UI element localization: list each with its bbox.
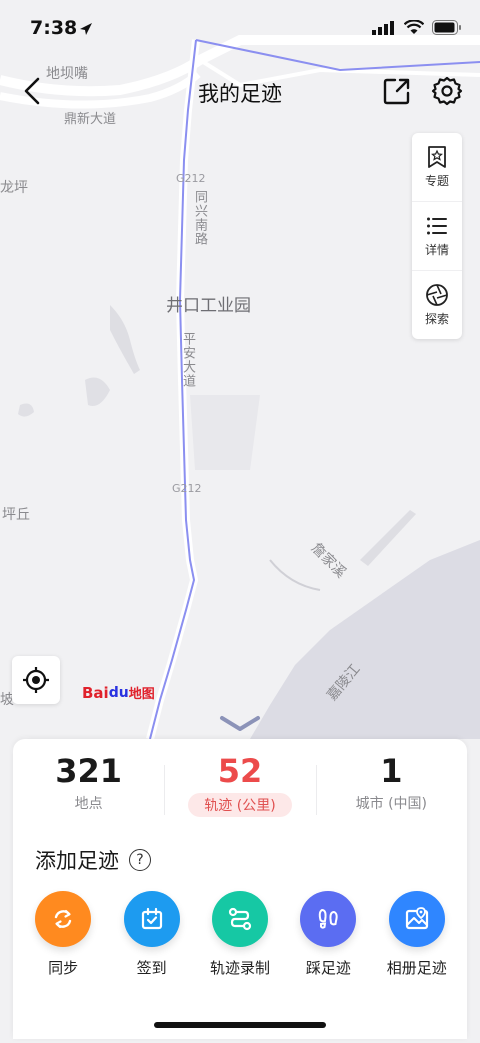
- help-icon[interactable]: ?: [129, 849, 151, 871]
- stat-label: 地点: [74, 796, 103, 812]
- logo-text: du: [108, 684, 129, 701]
- album-footprints-button[interactable]: [388, 891, 445, 947]
- side-item-details[interactable]: 详情: [412, 201, 462, 270]
- stat-label: 城市 (中国): [355, 796, 427, 812]
- home-indicator[interactable]: [154, 1022, 326, 1028]
- locate-button[interactable]: [12, 656, 60, 704]
- bookmark-star-icon: [428, 146, 446, 168]
- logo-text: Bai: [82, 683, 109, 702]
- baidu-map-logo: Bai du 地图: [82, 683, 155, 703]
- side-item-label: 详情: [424, 243, 449, 257]
- stat-places[interactable]: 321 地点: [13, 751, 164, 831]
- stat-value: 321: [55, 752, 123, 790]
- side-item-explore[interactable]: 探索: [412, 270, 462, 339]
- status-time: 7:38: [30, 17, 78, 39]
- stat-value: 52: [217, 752, 263, 790]
- sync-icon: [54, 909, 72, 929]
- aperture-icon: [426, 284, 448, 306]
- map-label: 坪丘: [2, 507, 30, 523]
- side-item-label: 探索: [424, 312, 449, 326]
- footprints-button[interactable]: [300, 891, 357, 947]
- map-label: G212: [172, 482, 202, 495]
- action-sync[interactable]: 同步: [20, 891, 106, 978]
- action-label: 相册足迹: [386, 959, 447, 977]
- nav-bar: 我的足迹: [0, 62, 480, 122]
- action-album-footprints[interactable]: 相册足迹: [374, 891, 460, 978]
- gear-icon[interactable]: [430, 74, 464, 108]
- footprints-icon: [319, 908, 339, 929]
- signal-icon: [372, 20, 394, 35]
- wifi-icon: [404, 20, 424, 34]
- footprint-sheet: 321 地点 52 轨迹 (公里) 1 城市 (中国) 添加足迹 ? 同步 签到…: [13, 739, 467, 1039]
- stats-row: 321 地点 52 轨迹 (公里) 1 城市 (中国): [13, 751, 467, 831]
- action-record-track[interactable]: 轨迹录制: [197, 891, 283, 978]
- map-side-panel: 专题 详情 探索: [412, 133, 462, 339]
- stat-value: 1: [380, 752, 403, 790]
- sync-button[interactable]: [35, 891, 92, 947]
- map-label: 同兴南路: [192, 190, 207, 246]
- calendar-check-icon: [141, 907, 162, 930]
- action-checkin[interactable]: 签到: [109, 891, 195, 978]
- section-title: 添加足迹: [35, 849, 119, 873]
- action-label: 轨迹录制: [209, 959, 270, 977]
- route-icon: [228, 907, 252, 931]
- add-footprint-heading: 添加足迹 ?: [35, 845, 151, 875]
- status-bar: 7:38: [0, 0, 480, 60]
- location-arrow-icon: [80, 23, 92, 35]
- map-label: 龙坪: [0, 180, 28, 196]
- action-label: 同步: [48, 959, 79, 977]
- action-label: 踩足迹: [305, 959, 351, 977]
- map-label: G212: [176, 172, 206, 185]
- share-icon[interactable]: [380, 74, 414, 108]
- side-item-topic[interactable]: 专题: [412, 133, 462, 201]
- stat-label: 轨迹 (公里): [188, 793, 292, 817]
- map-label: 平安大道: [180, 332, 195, 388]
- photo-pin-icon: [405, 907, 428, 930]
- checkin-button[interactable]: [123, 891, 180, 947]
- map-label: 井口工业园: [166, 296, 251, 316]
- crosshair-icon: [23, 667, 49, 693]
- action-row: 同步 签到 轨迹录制 踩足迹 相册足迹: [13, 891, 467, 978]
- chevron-down-icon[interactable]: [218, 712, 262, 734]
- list-icon: [427, 217, 447, 235]
- stat-track[interactable]: 52 轨迹 (公里): [164, 751, 315, 831]
- record-track-button[interactable]: [211, 891, 268, 947]
- stat-cities[interactable]: 1 城市 (中国): [315, 751, 467, 831]
- side-item-label: 专题: [424, 174, 449, 188]
- logo-text: 地图: [128, 687, 155, 702]
- battery-icon: [432, 20, 461, 35]
- action-footprints[interactable]: 踩足迹: [285, 891, 371, 978]
- action-label: 签到: [136, 959, 167, 977]
